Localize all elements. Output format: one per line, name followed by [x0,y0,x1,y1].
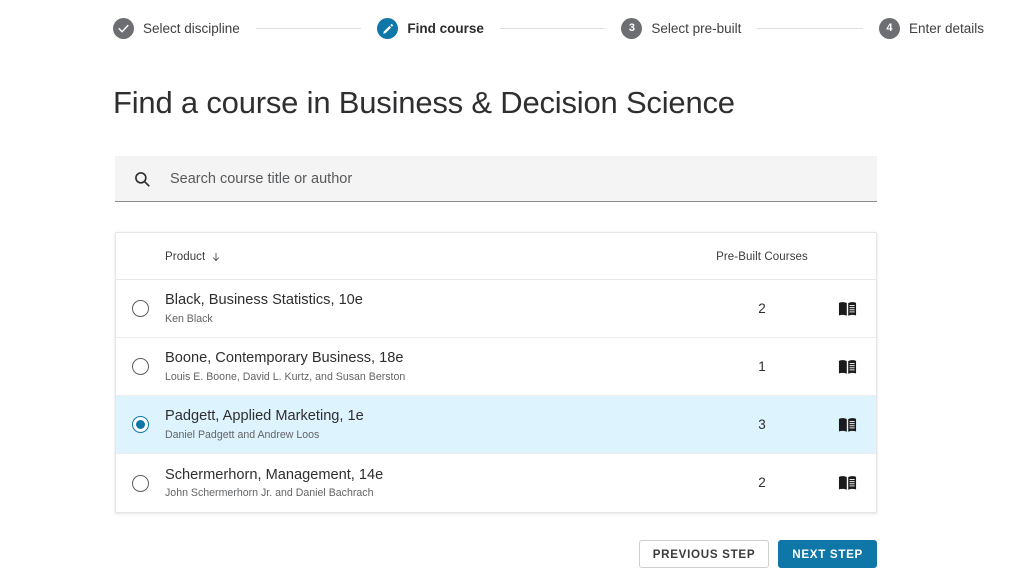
prebuilt-count: 1 [758,358,766,374]
product-title: Schermerhorn, Management, 14e [165,466,384,483]
step-label-select-prebuilt: Select pre-built [651,21,742,36]
table-row[interactable]: Boone, Contemporary Business, 18e Louis … [116,338,876,396]
row-product-cell: Black, Business Statistics, 10e Ken Blac… [164,292,706,325]
table-row[interactable]: Schermerhorn, Management, 14e John Scher… [116,454,876,512]
row-select-cell[interactable] [116,358,164,375]
open-book-icon[interactable] [838,359,857,375]
row-preview-cell[interactable] [818,301,876,317]
radio-button[interactable] [131,474,149,492]
row-prebuilt-count-cell: 3 [706,416,818,434]
product-title: Black, Business Statistics, 10e [165,292,363,309]
step-label-find-course: Find course [407,21,484,36]
progress-stepper: Select discipline Find course 3 Select p… [0,0,1024,57]
page-title: Find a course in Business & Decision Sci… [113,85,735,120]
step-number-badge-3: 3 [621,18,643,39]
product-authors: John Schermerhorn Jr. and Daniel Bachrac… [165,487,374,500]
product-authors: Louis E. Boone, David L. Kurtz, and Susa… [165,370,406,383]
prebuilt-count: 2 [758,300,766,316]
stepper-connector-1 [255,28,362,29]
next-step-button[interactable]: NEXT STEP [778,540,877,568]
course-selection-page: Select discipline Find course 3 Select p… [0,0,1024,576]
radio-button-selected[interactable] [131,416,149,433]
row-prebuilt-count-cell: 2 [706,474,818,492]
step-select-prebuilt[interactable]: 3 Select pre-built [621,18,741,39]
step-number-badge-4: 4 [878,18,900,39]
row-product-cell: Schermerhorn, Management, 14e John Scher… [164,467,706,500]
open-book-icon[interactable] [838,417,857,433]
row-select-cell[interactable] [116,416,164,433]
step-enter-details[interactable]: 4 Enter details [878,18,985,39]
product-authors: Ken Black [165,312,213,325]
pencil-icon [377,18,399,39]
stepper-connector-2 [499,28,606,29]
check-icon [113,18,134,39]
search-icon [133,170,151,188]
product-title: Padgett, Applied Marketing, 1e [165,408,364,425]
header-cell-product[interactable]: Product [164,247,706,265]
row-select-cell[interactable] [116,300,164,317]
open-book-icon[interactable] [838,475,857,491]
step-label-enter-details: Enter details [908,21,985,36]
previous-step-button[interactable]: PREVIOUS STEP [638,540,770,568]
course-table: Product Pre-Built Courses Black, Busines… [115,232,877,513]
product-title: Boone, Contemporary Business, 18e [165,350,404,367]
row-select-cell[interactable] [116,474,164,492]
row-prebuilt-count-cell: 2 [706,300,818,318]
search-input[interactable] [168,156,859,201]
header-label-prebuilt-courses: Pre-Built Courses [716,251,808,263]
radio-button[interactable] [131,358,149,375]
row-preview-cell[interactable] [818,475,876,491]
row-preview-cell[interactable] [818,359,876,375]
table-row[interactable]: Black, Business Statistics, 10e Ken Blac… [116,280,876,338]
prebuilt-count: 3 [758,416,766,432]
radio-button[interactable] [131,300,149,317]
header-cell-prebuilt-courses: Pre-Built Courses [706,247,818,265]
row-preview-cell[interactable] [818,417,876,433]
wizard-footer: PREVIOUS STEP NEXT STEP [0,540,1024,568]
open-book-icon[interactable] [838,301,857,317]
step-label-select-discipline: Select discipline [143,21,240,36]
search-bar[interactable] [115,156,877,202]
prebuilt-count: 2 [758,475,766,490]
table-row-selected[interactable]: Padgett, Applied Marketing, 1e Daniel Pa… [116,396,876,454]
step-select-discipline[interactable]: Select discipline [113,18,240,39]
table-header-row: Product Pre-Built Courses [116,233,876,280]
header-label-product: Product [165,251,206,263]
step-find-course[interactable]: Find course [377,18,484,39]
row-product-cell: Padgett, Applied Marketing, 1e Daniel Pa… [164,408,706,441]
stepper-connector-3 [757,28,863,29]
row-prebuilt-count-cell: 1 [706,358,818,376]
row-product-cell: Boone, Contemporary Business, 18e Louis … [164,350,706,383]
arrow-down-icon [211,251,221,263]
product-authors: Daniel Padgett and Andrew Loos [165,428,320,441]
